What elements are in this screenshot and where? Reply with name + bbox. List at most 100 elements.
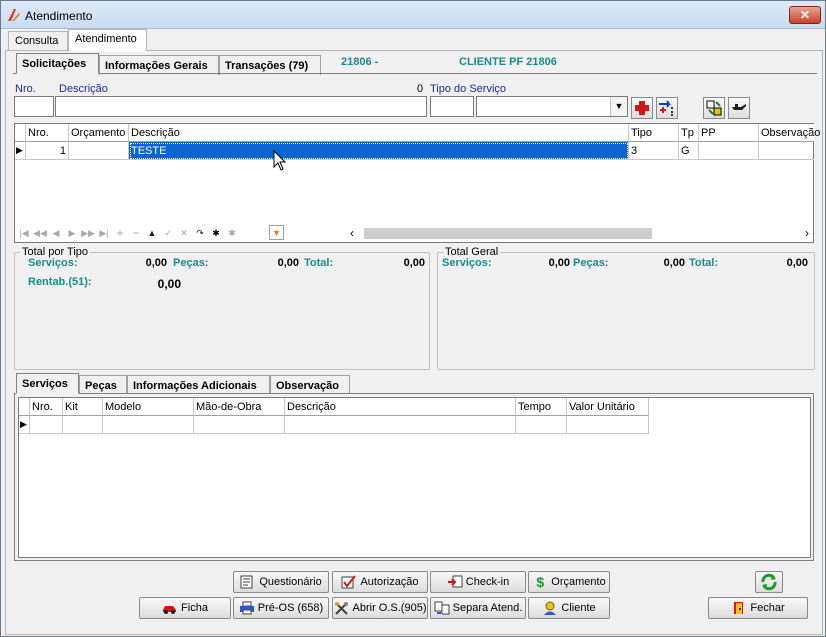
atendimento-code: 21806 - <box>341 56 379 68</box>
descricao-label: Descrição <box>59 83 108 95</box>
col-valor-unitario[interactable]: Valor Unitário <box>567 398 649 416</box>
pre-os-button[interactable]: Pré-OS (658) <box>233 597 329 619</box>
dollar-icon: $ <box>536 574 545 591</box>
close-button[interactable]: ✕ <box>789 6 821 24</box>
tab-atendimento[interactable]: Atendimento <box>68 29 147 51</box>
tipo-code-input[interactable] <box>430 96 474 117</box>
nav-last-icon[interactable]: ▶| <box>97 226 111 240</box>
separa-atend-label: Separa Atend. <box>452 602 523 614</box>
tools-icon <box>334 602 348 615</box>
table-cell[interactable] <box>285 416 516 434</box>
geral-pecas-value: 0,00 <box>663 257 685 269</box>
nav-apply-icon[interactable]: ✱ <box>209 226 223 240</box>
swap-button[interactable] <box>703 97 725 119</box>
checkin-button[interactable]: Check-in <box>430 571 526 593</box>
total-label: Total: <box>304 257 334 269</box>
col-kit[interactable]: Kit <box>63 398 103 416</box>
ficha-button[interactable]: Ficha <box>139 597 231 619</box>
table-cell-tp[interactable]: G <box>679 142 699 160</box>
col-tp[interactable]: Tp <box>679 124 699 142</box>
pecas-value: 0,00 <box>277 257 299 269</box>
window-title: Atendimento <box>25 9 93 23</box>
refresh-icon <box>761 573 777 591</box>
questionario-button[interactable]: Questionário <box>233 571 329 593</box>
table-cell[interactable] <box>30 416 63 434</box>
table-cell-orcamento[interactable] <box>69 142 129 160</box>
col-tipo[interactable]: Tipo <box>629 124 679 142</box>
nro-input[interactable] <box>14 96 54 117</box>
orcamento-label: Orçamento <box>551 576 606 588</box>
refresh-button[interactable] <box>755 571 783 593</box>
table-cell[interactable] <box>516 416 567 434</box>
abrir-os-label: Abrir O.S.(905) <box>352 602 427 614</box>
scroll-left-icon[interactable]: ‹ <box>350 226 354 240</box>
nav-edit-icon[interactable]: ▲ <box>145 226 159 240</box>
transfer-button[interactable] <box>656 97 678 119</box>
servicos-grid: Nro. Kit Modelo Mão-de-Obra Descrição Te… <box>18 397 811 558</box>
cliente-button[interactable]: Cliente <box>528 597 610 619</box>
vehicle-button[interactable] <box>728 97 750 119</box>
table-cell[interactable] <box>194 416 285 434</box>
transfer-arrows-icon <box>659 100 673 116</box>
filter-icon[interactable]: ▼ <box>269 225 284 240</box>
nav-refresh-icon[interactable]: ↷ <box>193 226 207 240</box>
tab-transacoes[interactable]: Transações (79) <box>219 55 321 75</box>
exit-door-icon <box>734 602 744 615</box>
tipo-servico-label: Tipo do Serviço <box>430 83 507 95</box>
col-tempo[interactable]: Tempo <box>516 398 567 416</box>
table-cell[interactable] <box>63 416 103 434</box>
chevron-down-icon[interactable]: ▼ <box>610 97 627 116</box>
table-cell-observacao[interactable] <box>759 142 814 160</box>
separate-docs-icon <box>434 601 450 615</box>
table-cell-pp[interactable] <box>699 142 759 160</box>
title-bar[interactable]: Atendimento ✕ <box>1 1 825 29</box>
table-cell[interactable] <box>103 416 194 434</box>
car-icon <box>163 606 177 615</box>
orcamento-button[interactable]: $ Orçamento <box>528 571 610 593</box>
table-cell-tipo[interactable]: 3 <box>629 142 679 160</box>
scroll-right-icon[interactable]: › <box>805 226 809 240</box>
descricao-input[interactable] <box>55 96 427 117</box>
nav-cancel-updates-icon[interactable]: ✱ <box>225 226 239 240</box>
app-logo-icon <box>8 9 20 21</box>
tab-observacao[interactable]: Observação <box>270 375 350 395</box>
scrollbar-thumb[interactable] <box>364 228 652 239</box>
autorizacao-button[interactable]: Autorização <box>332 571 428 593</box>
tab-consulta[interactable]: Consulta <box>8 31 68 51</box>
tab-informacoes-adicionais[interactable]: Informações Adicionais <box>127 375 270 395</box>
fechar-button[interactable]: Fechar <box>708 597 808 619</box>
nav-delete-icon[interactable]: − <box>129 226 143 240</box>
nav-cancel-icon[interactable]: ✕ <box>177 226 191 240</box>
col-observacao[interactable]: Observação <box>759 124 820 142</box>
nav-next-page-icon[interactable]: ▶▶ <box>81 226 95 240</box>
nav-first-icon[interactable]: |◀ <box>17 226 31 240</box>
nav-prior-icon[interactable]: ◀ <box>49 226 63 240</box>
tab-solicitacoes[interactable]: Solicitações <box>16 53 99 74</box>
nav-prior-page-icon[interactable]: ◀◀ <box>33 226 47 240</box>
nav-next-icon[interactable]: ▶ <box>65 226 79 240</box>
col-descricao[interactable]: Descrição <box>285 398 516 416</box>
table-cell[interactable] <box>567 416 649 434</box>
tipo-servico-select[interactable]: ▼ <box>476 96 628 117</box>
col-modelo[interactable]: Modelo <box>103 398 194 416</box>
col-mao-de-obra[interactable]: Mão-de-Obra <box>194 398 285 416</box>
col-nro[interactable]: Nro. <box>26 124 69 142</box>
mouse-cursor-icon <box>273 150 287 171</box>
nav-post-icon[interactable]: ✓ <box>161 226 175 240</box>
col-nro[interactable]: Nro. <box>30 398 63 416</box>
table-cell-nro[interactable]: 1 <box>26 142 69 160</box>
add-button[interactable] <box>631 97 653 119</box>
tab-informacoes-gerais[interactable]: Informações Gerais <box>99 55 219 75</box>
separa-atend-button[interactable]: Separa Atend. <box>430 597 526 619</box>
atendimento-window: Atendimento ✕ Consulta Atendimento Solic… <box>0 0 826 637</box>
fechar-label: Fechar <box>750 602 785 614</box>
table-cell-descricao-selected[interactable]: TESTE <box>129 142 629 160</box>
col-descricao[interactable]: Descrição <box>129 124 629 142</box>
nav-insert-icon[interactable]: + <box>113 226 127 240</box>
tab-servicos[interactable]: Serviços <box>16 373 79 394</box>
tab-pecas[interactable]: Peças <box>79 375 127 395</box>
horizontal-scrollbar[interactable]: ‹ › <box>350 225 812 241</box>
abrir-os-button[interactable]: Abrir O.S.(905) <box>332 597 428 619</box>
col-pp[interactable]: PP <box>699 124 759 142</box>
col-orcamento[interactable]: Orçamento <box>69 124 129 142</box>
